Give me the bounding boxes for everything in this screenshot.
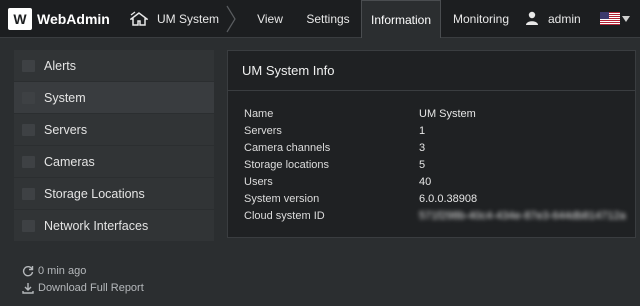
last-updated-text: 0 min ago	[38, 265, 87, 277]
info-rows: Name UM System Servers 1 Camera channels…	[244, 105, 626, 224]
info-row-storage-locations: Storage locations 5	[244, 156, 626, 173]
logo-icon: W	[8, 8, 32, 30]
sidebar-item-system[interactable]: System	[14, 82, 214, 114]
row-key: Servers	[244, 124, 282, 137]
row-key: Name	[244, 107, 274, 120]
info-row-camera-channels: Camera channels 3	[244, 139, 626, 156]
sidebar-item-storage-locations[interactable]: Storage Locations	[14, 178, 214, 210]
download-report-link[interactable]: Download Full Report	[22, 282, 144, 294]
info-row-cloud-system-id: Cloud system ID 571f298b-40c4-434e-87e3-…	[244, 207, 626, 224]
row-value: 3	[419, 141, 426, 154]
refresh-status[interactable]: 0 min ago	[22, 265, 86, 277]
user-icon[interactable]	[525, 11, 539, 25]
sidebar-item-label: Servers	[44, 122, 88, 137]
us-flag-icon[interactable]	[600, 12, 620, 25]
row-value: 5	[419, 158, 426, 171]
panel-title: UM System Info	[228, 51, 635, 91]
row-key: Storage locations	[244, 158, 329, 171]
sidebar-item-label: Cameras	[44, 154, 95, 169]
sidebar-item-label: Alerts	[44, 58, 76, 73]
nav-monitoring[interactable]: Monitoring	[448, 0, 514, 38]
app-name: WebAdmin	[37, 11, 110, 27]
nav-view[interactable]: View	[246, 0, 294, 38]
system-icon	[130, 11, 148, 26]
storage-icon	[22, 188, 35, 200]
row-value: 6.0.0.38908	[419, 192, 478, 205]
chevron-down-icon[interactable]	[622, 16, 630, 22]
user-menu[interactable]: admin	[548, 12, 581, 26]
row-key: Cloud system ID	[244, 209, 325, 222]
nav-information[interactable]: Information	[361, 0, 441, 38]
system-name-link[interactable]: UM System	[157, 12, 219, 26]
nav-settings[interactable]: Settings	[300, 0, 356, 38]
info-row-users: Users 40	[244, 173, 626, 190]
system-icon	[22, 92, 35, 104]
top-bar: W WebAdmin UM System View Settings Infor…	[0, 0, 640, 38]
sidebar-item-cameras[interactable]: Cameras	[14, 146, 214, 178]
download-report-label: Download Full Report	[38, 282, 144, 294]
info-row-servers: Servers 1	[244, 122, 626, 139]
sidebar: Alerts System Servers Cameras Storage Lo…	[14, 50, 214, 242]
row-key: Users	[244, 175, 273, 188]
row-key: Camera channels	[244, 141, 331, 154]
sidebar-item-network-interfaces[interactable]: Network Interfaces	[14, 210, 214, 242]
sidebar-item-label: Storage Locations	[44, 186, 145, 201]
sidebar-item-label: System	[44, 90, 86, 105]
system-info-panel: UM System Info Name UM System Servers 1 …	[227, 50, 636, 238]
row-value: 40	[419, 175, 432, 188]
sidebar-item-label: Network Interfaces	[44, 218, 149, 233]
info-row-name: Name UM System	[244, 105, 626, 122]
sidebar-item-alerts[interactable]: Alerts	[14, 50, 214, 82]
alert-icon	[22, 60, 35, 72]
cameras-icon	[22, 156, 35, 168]
app-logo[interactable]: W WebAdmin	[8, 7, 110, 31]
row-value: 1	[419, 124, 426, 137]
download-icon	[22, 283, 34, 294]
info-row-system-version: System version 6.0.0.38908	[244, 190, 626, 207]
network-icon	[22, 220, 35, 232]
sidebar-item-servers[interactable]: Servers	[14, 114, 214, 146]
row-value[interactable]: 571f298b-40c4-434e-87e3-644db814712a	[419, 210, 626, 222]
row-key: System version	[244, 192, 320, 205]
breadcrumb-chevron-icon	[226, 5, 236, 33]
servers-icon	[22, 124, 35, 136]
row-value: UM System	[419, 107, 476, 120]
refresh-icon	[22, 266, 34, 277]
